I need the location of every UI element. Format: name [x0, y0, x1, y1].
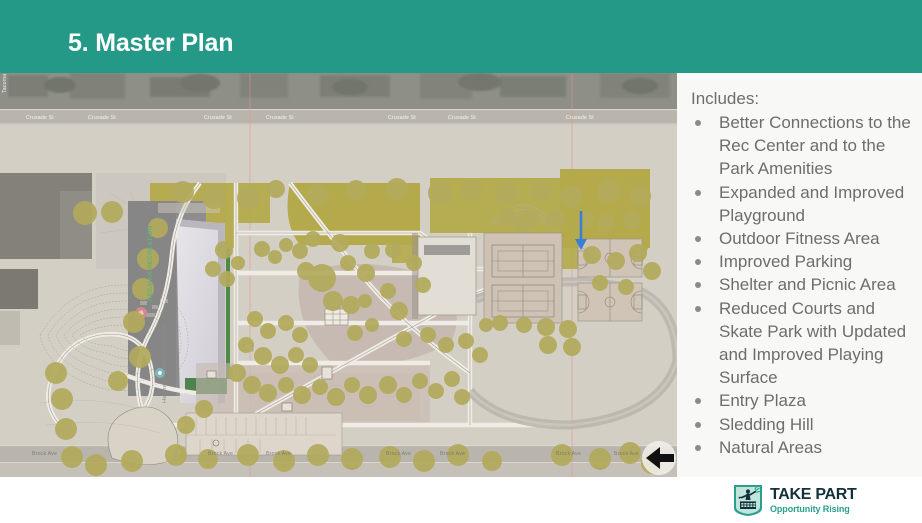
bullet-dot-icon [695, 189, 701, 196]
list-item-label: Shelter and Picnic Area [719, 275, 896, 295]
svg-text:Brock Ave: Brock Ave [556, 451, 581, 457]
list-item-label: Improved Parking [719, 252, 853, 272]
spirit-of-detroit-badge-icon [734, 485, 762, 516]
svg-text:Crusade St: Crusade St [88, 115, 116, 121]
map-street-label-tacoma: Tacoma [2, 74, 8, 93]
bullet-dot-icon [695, 120, 701, 126]
bullet-dot-icon [695, 236, 701, 243]
svg-text:Crusade St: Crusade St [388, 115, 416, 121]
includes-sidebar: Includes: Better Connections to the Rec … [677, 73, 922, 477]
map-poi-heilmann-community-center: Heilmann Community Center [162, 324, 168, 403]
slide-root: 5. Master Plan Crusade St Crusade St Cru… [0, 0, 922, 523]
list-item-label: Better Connections to the Rec Center and… [719, 113, 911, 179]
list-item: Shelter and Picnic Area [685, 273, 917, 296]
list-item: Sledding Hill [685, 413, 917, 436]
svg-text:Brock Ave: Brock Ave [32, 451, 57, 457]
list-item-label: Natural Areas [719, 437, 822, 457]
north-arrow [642, 441, 676, 475]
svg-text:Crusade St: Crusade St [204, 115, 232, 121]
list-item-label: Expanded and Improved Playground [719, 182, 905, 225]
page-title: 5. Master Plan [68, 29, 234, 57]
list-item: Improved Parking [685, 250, 917, 273]
svg-text:Crusade St: Crusade St [448, 115, 476, 121]
list-item: Natural Areas [685, 436, 917, 459]
list-item: Expanded and Improved Playground [685, 181, 917, 227]
bullet-dot-icon [695, 421, 701, 428]
map-canvas: Crusade St Crusade St Crusade St Crusade… [0, 73, 677, 477]
svg-text:Brock Ave: Brock Ave [266, 451, 291, 457]
bullet-dot-icon [695, 398, 701, 405]
list-item-label: Outdoor Fitness Area [719, 229, 880, 249]
includes-heading: Includes: [691, 89, 760, 108]
list-item: Entry Plaza [685, 389, 917, 412]
map-poi-heilman-recreation: HEILMAN RECREATION [148, 226, 154, 301]
list-item: Outdoor Fitness Area [685, 227, 917, 250]
includes-list: Better Connections to the Rec Center and… [685, 111, 917, 459]
list-item: Reduced Courts and Skate Park with Updat… [685, 297, 917, 390]
aerial-master-plan-map[interactable]: Crusade St Crusade St Crusade St Crusade… [0, 73, 677, 477]
svg-text:Brock Ave: Brock Ave [440, 451, 465, 457]
svg-text:Brock Ave: Brock Ave [208, 451, 233, 457]
bullet-dot-icon [695, 282, 701, 289]
logo-subtitle: Opportunity Rising [770, 504, 850, 514]
bullet-dot-icon [695, 444, 701, 451]
list-item-label: Sledding Hill [719, 414, 814, 434]
list-item: Better Connections to the Rec Center and… [685, 111, 917, 181]
slide-header-bar: 5. Master Plan [0, 0, 922, 73]
map-footer-spacer [0, 477, 677, 523]
svg-text:Brock Ave: Brock Ave [386, 451, 411, 457]
slide-footer: TAKE PART Opportunity Rising [677, 477, 922, 523]
list-item-label: Reduced Courts and Skate Park with Updat… [719, 298, 907, 388]
bullet-dot-icon [695, 259, 701, 266]
list-item-label: Entry Plaza [719, 391, 806, 411]
svg-text:Crusade St: Crusade St [26, 115, 54, 121]
take-part-logo: TAKE PART Opportunity Rising [730, 481, 866, 519]
svg-text:Crusade St: Crusade St [266, 115, 294, 121]
svg-text:Crusade St: Crusade St [566, 115, 594, 121]
logo-wordmark: TAKE PART Opportunity Rising [770, 486, 857, 515]
bullet-dot-icon [695, 305, 701, 312]
svg-text:Brock Ave: Brock Ave [614, 451, 639, 457]
logo-title: TAKE PART [770, 486, 857, 503]
